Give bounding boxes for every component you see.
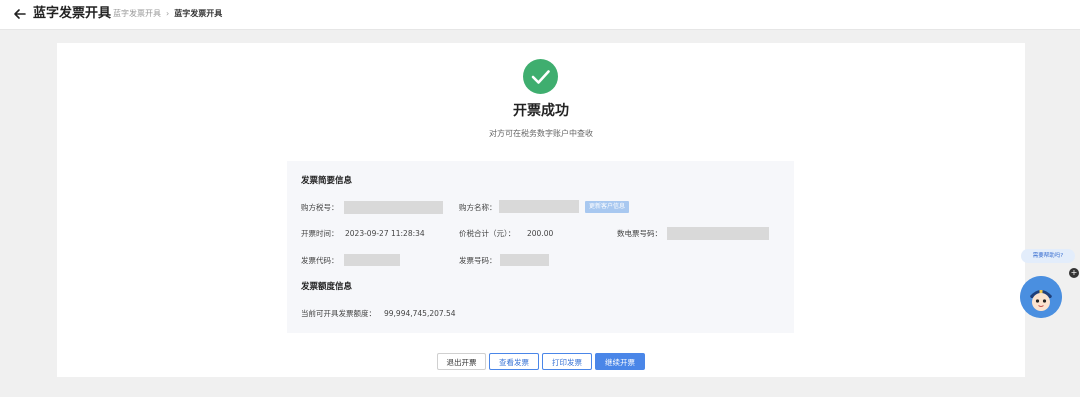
- available-quota-value: 99,994,745,207.54: [384, 309, 456, 318]
- exit-invoicing-button[interactable]: 退出开票: [437, 353, 486, 370]
- summary-section-title: 发票简要信息: [301, 176, 353, 186]
- result-title: 开票成功: [513, 103, 569, 119]
- update-customer-button[interactable]: 更新客户信息: [585, 201, 630, 213]
- assistant-avatar-icon[interactable]: [1020, 276, 1062, 318]
- breadcrumb-separator-icon: ›: [166, 9, 170, 18]
- digital-invoice-no-redacted: [667, 227, 769, 240]
- breadcrumb: 蓝字发票开具 › 蓝字发票开具: [113, 9, 222, 19]
- buyer-tax-id-redacted: [344, 201, 443, 214]
- available-quota-label: 当前可开具发票额度：: [301, 309, 376, 318]
- print-invoice-button[interactable]: 打印发票: [542, 353, 592, 370]
- expand-plus-icon[interactable]: +: [1069, 268, 1079, 278]
- result-subtitle: 对方可在税务数字账户中查收: [489, 129, 593, 138]
- view-invoice-button[interactable]: 查看发票: [489, 353, 539, 370]
- invoice-no-redacted: [500, 254, 549, 266]
- issue-time-label: 开票时间：: [301, 229, 339, 238]
- breadcrumb-item-parent[interactable]: 蓝字发票开具: [113, 9, 161, 18]
- buyer-name-redacted: [499, 200, 579, 213]
- buyer-name-label: 购方名称：: [459, 203, 497, 212]
- total-amount-value: 200.00: [527, 229, 554, 238]
- top-bar: 蓝字发票开具 蓝字发票开具 › 蓝字发票开具: [0, 0, 1080, 30]
- invoice-code-label: 发票代码：: [301, 256, 339, 265]
- issue-time-value: 2023-09-27 11:28:34: [345, 229, 425, 238]
- page-title: 蓝字发票开具: [33, 6, 112, 21]
- invoice-code-redacted: [344, 254, 400, 266]
- digital-invoice-no-label: 数电票号码：: [617, 229, 662, 238]
- success-check-icon: [523, 59, 558, 94]
- quota-section-title: 发票额度信息: [301, 282, 353, 292]
- back-arrow-icon[interactable]: [12, 6, 28, 22]
- result-card: 开票成功 对方可在税务数字账户中查收 发票简要信息 购方税号： 购方名称： 更新…: [57, 43, 1025, 377]
- help-bubble[interactable]: 需要帮助吗?: [1021, 249, 1075, 263]
- invoice-no-label: 发票号码：: [459, 256, 497, 265]
- continue-invoicing-button[interactable]: 继续开票: [595, 353, 645, 370]
- breadcrumb-item-current: 蓝字发票开具: [174, 9, 223, 18]
- buyer-tax-id-label: 购方税号：: [301, 203, 339, 212]
- invoice-info-panel: 发票简要信息 购方税号： 购方名称： 更新客户信息 开票时间： 2023-09-…: [287, 161, 794, 333]
- total-amount-label: 价税合计（元）：: [459, 229, 516, 238]
